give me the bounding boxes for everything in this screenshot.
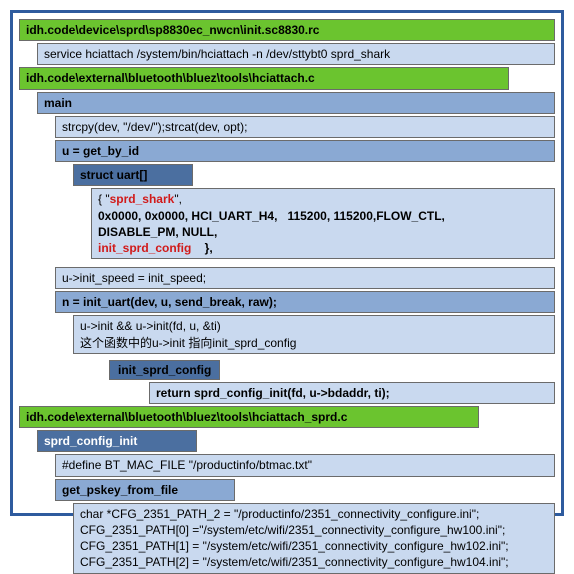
init-uart: n = init_uart(dev, u, send_break, raw); xyxy=(55,291,555,313)
service-line: service hciattach /system/bin/hciattach … xyxy=(37,43,555,65)
entry-line2: 0x0000, 0x0000, HCI_UART_H4, 115200, 115… xyxy=(98,209,445,223)
cfg-path2: char *CFG_2351_PATH_2 = "/productinfo/23… xyxy=(80,507,479,521)
entry-init: init_sprd_config xyxy=(98,241,191,255)
entry-line3: DISABLE_PM, NULL, xyxy=(98,225,217,239)
get-pskey: get_pskey_from_file xyxy=(55,479,235,501)
file-header-hciattach-sprd: idh.code\external\bluetooth\bluez\tools\… xyxy=(19,406,479,428)
init-speed: u->init_speed = init_speed; xyxy=(55,267,555,289)
return-line: return sprd_config_init(fd, u->bdaddr, t… xyxy=(149,382,555,404)
get-by-id: u = get_by_id xyxy=(55,140,555,162)
entry-open: { " xyxy=(98,192,110,206)
strcpy-line: strcpy(dev, "/dev/");strcat(dev, opt); xyxy=(55,116,555,138)
cfg-block: char *CFG_2351_PATH_2 = "/productinfo/23… xyxy=(73,503,555,574)
file-header-rc: idh.code\device\sprd\sp8830ec_nwcn\init.… xyxy=(19,19,555,41)
entry-key: sprd_shark xyxy=(110,192,175,206)
diagram-frame: idh.code\device\sprd\sp8830ec_nwcn\init.… xyxy=(10,10,564,516)
uinit-block: u->init && u->init(fd, u, &ti) 这个函数中的u->… xyxy=(73,315,555,353)
uinit-note: 这个函数中的u->init 指向init_sprd_config xyxy=(80,336,296,350)
entry-close: ", xyxy=(174,192,182,206)
struct-uart: struct uart[] xyxy=(73,164,193,186)
cfg-path1: CFG_2351_PATH[1] = "/system/etc/wifi/235… xyxy=(80,539,509,553)
init-sprd-config: init_sprd_config xyxy=(109,360,220,380)
sprd-config-init: sprd_config_init xyxy=(37,430,197,452)
main-func: main xyxy=(37,92,555,114)
file-header-hciattach-c: idh.code\external\bluetooth\bluez\tools\… xyxy=(19,67,509,89)
define-bt-mac: #define BT_MAC_FILE "/productinfo/btmac.… xyxy=(55,454,555,476)
entry-end: }, xyxy=(191,241,212,255)
cfg-path0: CFG_2351_PATH[0] ="/system/etc/wifi/2351… xyxy=(80,523,505,537)
uart-entry: { "sprd_shark", 0x0000, 0x0000, HCI_UART… xyxy=(91,188,555,259)
uinit-line: u->init && u->init(fd, u, &ti) xyxy=(80,319,221,333)
cfg-path2b: CFG_2351_PATH[2] = "/system/etc/wifi/235… xyxy=(80,555,509,569)
